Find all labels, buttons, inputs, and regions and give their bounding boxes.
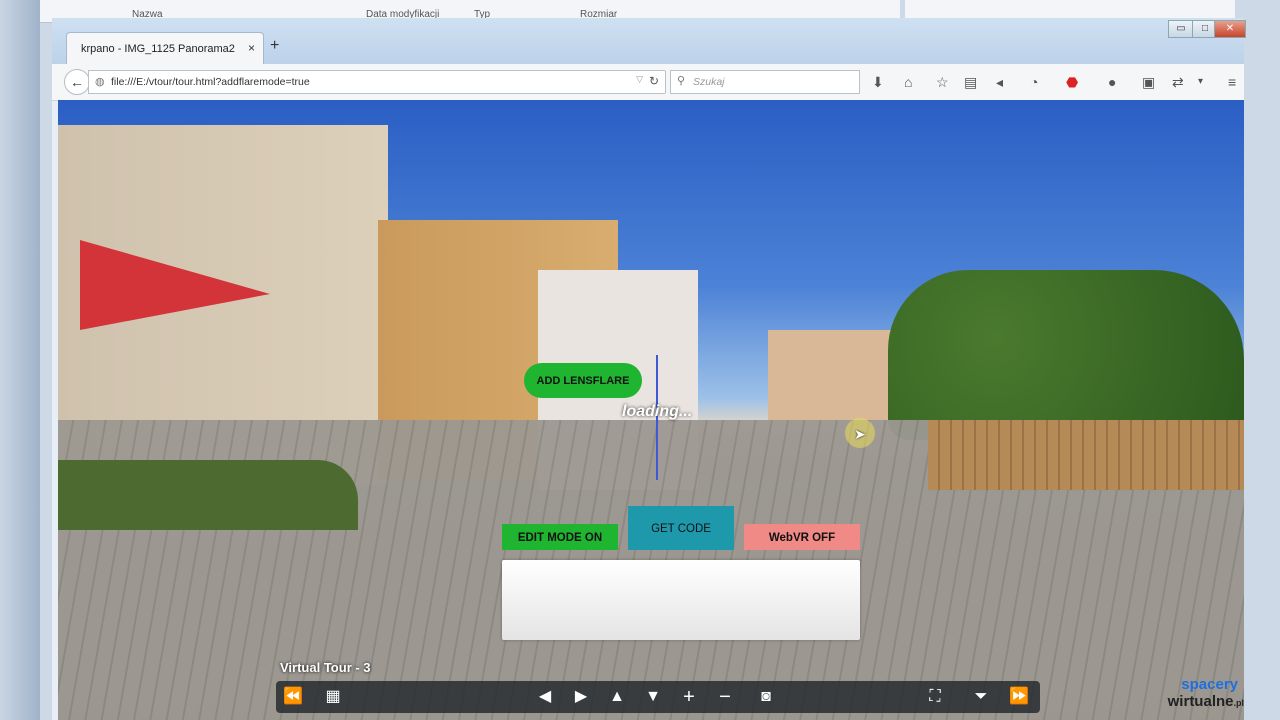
cursor-arrow-icon: ➤ <box>854 426 866 442</box>
back-arrow-icon: ← <box>70 74 84 90</box>
home-icon[interactable]: ⌂ <box>904 74 912 90</box>
search-icon: ⚲ <box>677 75 686 87</box>
brand-suffix: .pl <box>1233 698 1245 708</box>
brand-line2: wirtualne <box>1167 693 1234 710</box>
next-scene-icon[interactable]: ⏩ <box>1006 685 1032 709</box>
get-code-button[interactable]: GET CODE <box>628 506 734 550</box>
brand-logo: spacery wirtualne.pl <box>1148 676 1244 712</box>
nav-bar: ← ◍ file:///E:/vtour/tour.html?addflarem… <box>52 64 1244 101</box>
url-dropdown-icon[interactable]: ▽ <box>636 74 643 85</box>
hide-bar-icon[interactable]: ⏷ <box>968 685 994 709</box>
arrow-left-icon[interactable]: ◀ <box>532 685 558 709</box>
sync-icon[interactable]: ◔ <box>1030 74 1038 90</box>
search-placeholder: Szukaj <box>693 76 725 88</box>
url-bar[interactable]: ◍ file:///E:/vtour/tour.html?addflaremod… <box>88 70 666 94</box>
new-tab-button[interactable]: + <box>270 37 279 55</box>
tab-active[interactable]: krpano - IMG_1125 Panorama2 × <box>66 32 264 65</box>
trees <box>888 270 1244 440</box>
tab-bar: krpano - IMG_1125 Panorama2 × + ▭ □ ✕ <box>52 18 1246 65</box>
brand-line1: spacery <box>1181 676 1238 693</box>
zoom-in-icon[interactable]: + <box>676 685 702 709</box>
url-text: file:///E:/vtour/tour.html?addflaremode=… <box>111 76 310 88</box>
thumbnails-icon[interactable]: ▦ <box>320 685 346 709</box>
vr-glasses-icon[interactable]: ◙ <box>750 685 782 709</box>
bookmark-star-icon[interactable]: ☆ <box>936 74 949 91</box>
arrow-up-icon[interactable]: ▲ <box>604 685 630 709</box>
desktop-left-strip <box>0 0 40 720</box>
wooden-fence <box>928 420 1244 490</box>
close-window-button[interactable]: ✕ <box>1214 20 1246 38</box>
brand-line2-wrap: wirtualne.pl <box>1148 693 1244 712</box>
lock-icon[interactable]: ▣ <box>1142 74 1155 91</box>
arrow-down-icon[interactable]: ▼ <box>640 685 666 709</box>
globe-icon: ◍ <box>95 76 105 88</box>
panorama-viewer[interactable]: ADD LENSFLARE loading... ➤ EDIT MODE ON … <box>58 100 1244 720</box>
tab-close-icon[interactable]: × <box>248 41 255 55</box>
extension-icon[interactable]: ⇄ <box>1172 74 1184 91</box>
minimize-button[interactable]: ▭ <box>1168 20 1194 38</box>
webvr-button[interactable]: WebVR OFF <box>744 524 860 550</box>
hedge <box>58 460 358 530</box>
menu-icon[interactable]: ≡ <box>1228 74 1236 90</box>
reading-list-icon[interactable]: ▤ <box>964 74 977 91</box>
search-input[interactable]: ⚲ Szukaj <box>670 70 860 94</box>
tab-title: krpano - IMG_1125 Panorama2 <box>81 43 235 55</box>
add-lensflare-button[interactable]: ADD LENSFLARE <box>524 363 642 398</box>
adblock-icon[interactable]: ⬣ <box>1066 74 1078 91</box>
control-bar: ⏪ ▦ ◀ ▶ ▲ ▼ + − ◙ ⛶ ⏷ ⏩ <box>276 681 1040 713</box>
browser-window: krpano - IMG_1125 Panorama2 × + ▭ □ ✕ ← … <box>52 18 1246 720</box>
reload-icon[interactable]: ↻ <box>649 74 659 88</box>
back-button[interactable]: ← <box>64 69 90 95</box>
chat-icon[interactable]: ● <box>1108 74 1116 90</box>
fullscreen-icon[interactable]: ⛶ <box>922 685 948 709</box>
extension-dropdown-icon[interactable]: ▾ <box>1198 76 1203 87</box>
loading-text: loading... <box>622 403 693 420</box>
pocket-icon[interactable]: ◂ <box>996 74 1003 91</box>
prev-scene-icon[interactable]: ⏪ <box>280 685 306 709</box>
tour-title: Virtual Tour - 3 <box>280 660 371 675</box>
arrow-right-icon[interactable]: ▶ <box>568 685 594 709</box>
zoom-out-icon[interactable]: − <box>712 685 738 709</box>
background-window-2 <box>905 0 1235 19</box>
code-output-box[interactable] <box>502 560 860 640</box>
edit-mode-button[interactable]: EDIT MODE ON <box>502 524 618 550</box>
download-icon[interactable]: ⬇ <box>872 74 884 91</box>
